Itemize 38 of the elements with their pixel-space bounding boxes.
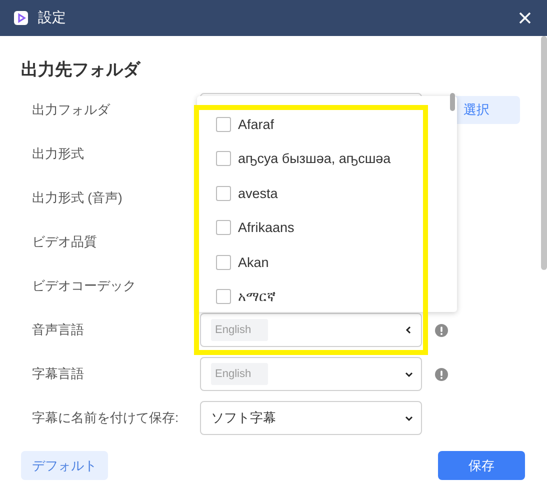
field-label: 出力形式 (音声) [31, 189, 124, 207]
checkbox[interactable] [216, 186, 231, 200]
dropdown-value: ソフト字幕 [211, 409, 276, 427]
language-option[interactable]: аҧсуа бызшәа, аҧсшәа [216, 146, 391, 170]
field-label: 字幕に名前を付けて保存: [31, 409, 180, 427]
field-label: 出力フォルダ [31, 101, 112, 119]
field-label: 出力形式 [31, 145, 85, 163]
app-logo-icon [14, 11, 28, 25]
checkbox[interactable] [216, 254, 231, 270]
close-icon[interactable] [519, 12, 531, 24]
language-tag: English [211, 319, 268, 341]
window-title: 設定 [38, 9, 66, 27]
language-name: аҧсуа бызшәа, аҧсшәа [238, 151, 391, 166]
language-option[interactable]: Akan [216, 250, 269, 274]
checkbox[interactable] [216, 220, 231, 235]
language-tag: English [211, 363, 268, 385]
save-button[interactable]: 保存 [438, 451, 525, 480]
section-heading: 出力先フォルダ [21, 59, 142, 81]
info-icon[interactable] [435, 368, 448, 380]
language-name: avesta [238, 186, 278, 200]
scrollbar-thumb [450, 93, 455, 111]
info-icon[interactable] [435, 324, 448, 336]
language-option[interactable]: avesta [216, 181, 278, 205]
language-name: Afrikaans [238, 220, 294, 235]
language-option[interactable]: አማርኛ [216, 284, 276, 308]
field-label: ビデオ品質 [31, 233, 98, 251]
language-name: Afaraf [238, 116, 274, 132]
field-label: 音声言語 [31, 321, 85, 339]
checkbox[interactable] [216, 116, 231, 132]
checkbox[interactable] [216, 151, 231, 166]
dropdown-select[interactable]: ソフト字幕 [200, 401, 422, 435]
language-option[interactable]: Afaraf [216, 112, 274, 136]
field-label: ビデオコーデック [31, 277, 137, 295]
language-name: Akan [238, 254, 269, 270]
language-name: አማርኛ [238, 288, 276, 304]
language-option[interactable]: Afrikaans [216, 216, 294, 240]
field-label: 字幕言語 [31, 365, 85, 383]
checkbox[interactable] [216, 289, 231, 304]
